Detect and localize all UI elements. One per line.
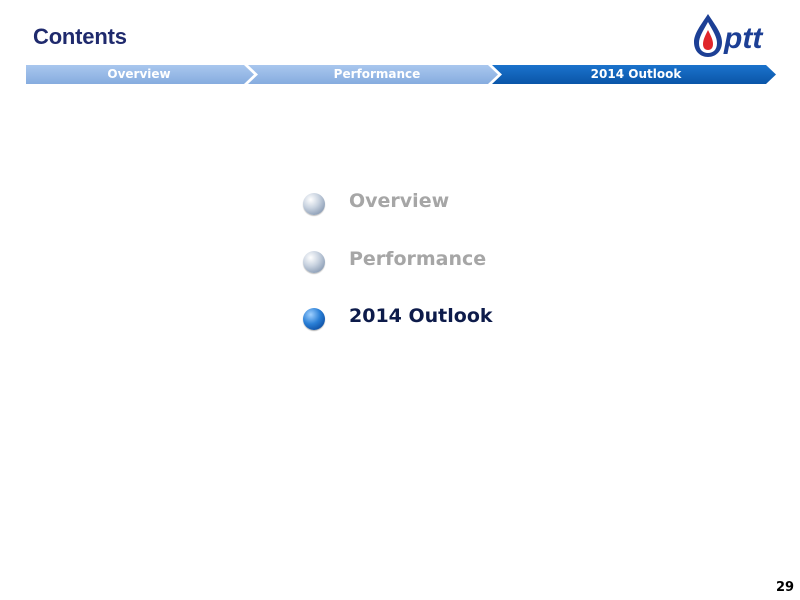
ptt-logo: ptt: [690, 10, 790, 60]
page-title: Contents: [33, 24, 127, 49]
nav-step-performance[interactable]: Performance: [252, 65, 502, 84]
toc-item-label: Overview: [349, 190, 450, 212]
nav-step-overview[interactable]: Overview: [26, 65, 252, 84]
bullet-active-icon: [303, 308, 325, 330]
nav-step-2014-outlook[interactable]: 2014 Outlook: [496, 65, 776, 84]
progress-nav: Overview Performance 2014 Outlook: [26, 65, 776, 84]
toc-item-label: Performance: [349, 247, 487, 270]
bullet-icon: [303, 250, 325, 273]
flame-drop-icon: [694, 14, 722, 57]
toc-item-label: 2014 Outlook: [349, 305, 493, 327]
logo-wordmark: ptt: [723, 22, 764, 55]
bullet-icon: [303, 193, 325, 215]
page-number: 29: [776, 580, 795, 595]
